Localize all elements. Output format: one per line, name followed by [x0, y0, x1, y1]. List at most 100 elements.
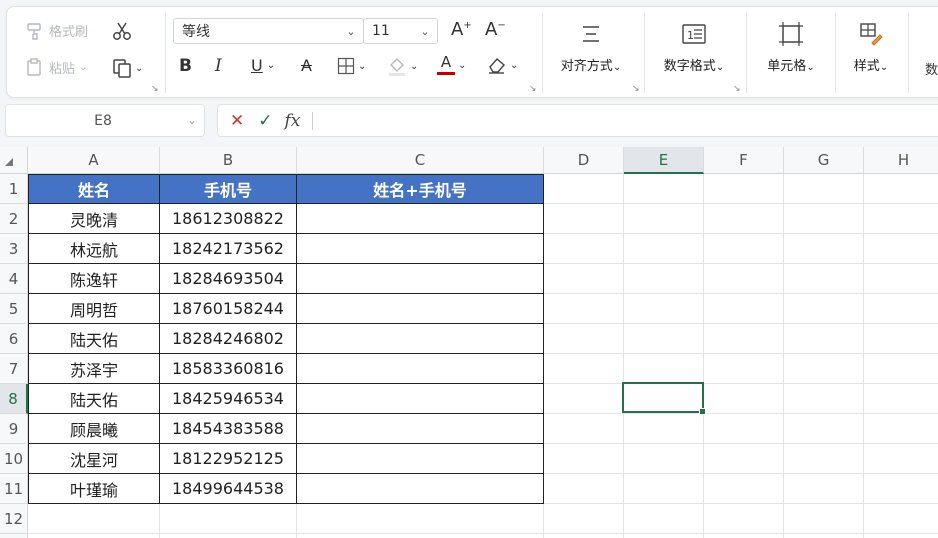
paste-label: 粘贴 — [49, 61, 76, 77]
dialog-launcher-icon[interactable]: ↘ — [151, 84, 159, 94]
row-header-4[interactable]: 4 — [0, 264, 28, 294]
cell-label: 单元格 — [767, 59, 807, 74]
combined-cell[interactable] — [297, 414, 544, 444]
name-cell[interactable]: 周明哲 — [29, 294, 160, 324]
gridline — [703, 174, 704, 538]
row-header-11[interactable]: 11 — [0, 474, 28, 504]
cut-button[interactable] — [111, 20, 133, 42]
combined-cell[interactable] — [297, 384, 544, 414]
name-box[interactable]: E8 ⌄ — [5, 104, 205, 137]
phone-cell[interactable]: 18454383588 — [160, 414, 297, 444]
ribbon-separator — [542, 13, 543, 93]
name-cell[interactable]: 林远航 — [29, 234, 160, 264]
chevron-down-icon: ⌄ — [266, 60, 276, 71]
font-name-select[interactable]: 等线 ⌄ — [173, 18, 364, 44]
row-header-8[interactable]: 8 — [0, 384, 28, 414]
paste-button[interactable]: 粘贴 ⌄ — [25, 57, 87, 77]
phone-cell[interactable]: 18284246802 — [160, 324, 297, 354]
row-header-13[interactable]: 13 — [0, 534, 28, 538]
row-header-1[interactable]: 1 — [0, 174, 28, 204]
format-painter-button[interactable]: 格式刷 — [25, 21, 88, 40]
ribbon-separator — [835, 13, 836, 93]
strikethrough-icon: A — [301, 56, 312, 75]
column-header-c[interactable]: C — [297, 147, 544, 174]
active-cell-selection[interactable] — [622, 382, 706, 415]
phone-cell[interactable]: 18425946534 — [160, 384, 297, 414]
column-header-h[interactable]: H — [864, 147, 938, 174]
font-color-button[interactable]: A ⌄ — [437, 55, 466, 75]
phone-cell[interactable]: 18242173562 — [160, 234, 297, 264]
column-header-g[interactable]: G — [784, 147, 864, 174]
header-cell[interactable]: 姓名+手机号 — [297, 175, 544, 204]
spreadsheet-grid[interactable]: A B C D E F G H 1 2 3 4 5 6 7 8 9 10 11 … — [0, 147, 938, 538]
italic-button[interactable]: I — [215, 56, 222, 76]
row-header-2[interactable]: 2 — [0, 204, 28, 234]
combined-cell[interactable] — [297, 354, 544, 384]
chevron-down-icon: ⌄ — [420, 24, 430, 38]
phone-cell[interactable]: 18499644538 — [160, 474, 297, 504]
column-header-d[interactable]: D — [544, 147, 624, 174]
phone-cell[interactable]: 18122952125 — [160, 444, 297, 474]
dialog-launcher-icon[interactable]: ↘ — [529, 84, 537, 94]
row-header-5[interactable]: 5 — [0, 294, 28, 324]
copy-button[interactable]: ⌄ — [111, 57, 143, 79]
row-header-7[interactable]: 7 — [0, 354, 28, 384]
row-header-10[interactable]: 10 — [0, 444, 28, 474]
name-cell[interactable]: 灵晚清 — [29, 204, 160, 234]
name-cell[interactable]: 陆天佑 — [29, 324, 160, 354]
style-button[interactable]: 样式⌄ — [843, 17, 899, 74]
cell-button[interactable]: 单元格⌄ — [757, 17, 825, 74]
column-header-f[interactable]: F — [704, 147, 784, 174]
combined-cell[interactable] — [297, 234, 544, 264]
function-icon[interactable]: fx — [285, 111, 301, 131]
name-cell[interactable]: 沈星河 — [29, 444, 160, 474]
dialog-launcher-icon[interactable]: ↘ — [733, 84, 741, 94]
italic-icon: I — [215, 56, 222, 76]
header-cell[interactable]: 姓名 — [29, 175, 160, 204]
decrease-font-button[interactable]: A− — [485, 19, 506, 40]
name-cell[interactable]: 苏泽宇 — [29, 354, 160, 384]
number-format-button[interactable]: 1 数字格式⌄ — [655, 17, 733, 74]
fill-color-button[interactable]: ⌄ — [387, 55, 418, 77]
column-header-a[interactable]: A — [28, 147, 160, 174]
header-cell[interactable]: 手机号 — [160, 175, 297, 204]
strikethrough-button[interactable]: A — [301, 56, 312, 75]
column-header-b[interactable]: B — [160, 147, 297, 174]
chevron-down-icon[interactable]: ⌄ — [180, 114, 204, 127]
phone-cell[interactable]: 18583360816 — [160, 354, 297, 384]
clear-button[interactable]: ⌄ — [487, 56, 518, 74]
combined-cell[interactable] — [297, 444, 544, 474]
phone-cell[interactable]: 18612308822 — [160, 204, 297, 234]
confirm-icon[interactable]: ✓ — [258, 111, 272, 131]
combined-cell[interactable] — [297, 264, 544, 294]
borders-button[interactable]: ⌄ — [337, 57, 366, 75]
align-button[interactable]: 对齐方式⌄ — [551, 17, 631, 74]
combined-cell[interactable] — [297, 204, 544, 234]
select-all-corner[interactable] — [0, 147, 28, 174]
gridline — [28, 533, 938, 534]
underline-button[interactable]: U ⌄ — [251, 56, 275, 75]
combined-cell[interactable] — [297, 474, 544, 504]
name-cell[interactable]: 陈逸轩 — [29, 264, 160, 294]
combined-cell[interactable] — [297, 294, 544, 324]
row-header-3[interactable]: 3 — [0, 234, 28, 264]
phone-cell[interactable]: 18284693504 — [160, 264, 297, 294]
phone-cell[interactable]: 18760158244 — [160, 294, 297, 324]
row-header-6[interactable]: 6 — [0, 324, 28, 354]
cancel-icon[interactable]: ✕ — [230, 111, 244, 131]
name-cell[interactable]: 陆天佑 — [29, 384, 160, 414]
bold-button[interactable]: B — [179, 56, 192, 76]
gridline — [783, 174, 784, 538]
ribbon-overflow-label[interactable]: 数 — [925, 59, 938, 78]
fill-handle[interactable] — [699, 408, 706, 415]
scissors-icon — [111, 20, 133, 42]
name-cell[interactable]: 顾晨曦 — [29, 414, 160, 444]
combined-cell[interactable] — [297, 324, 544, 354]
row-header-9[interactable]: 9 — [0, 414, 28, 444]
column-header-e[interactable]: E — [624, 147, 704, 174]
increase-font-button[interactable]: A+ — [451, 19, 472, 40]
dialog-launcher-icon[interactable]: ↘ — [632, 84, 640, 94]
font-size-select[interactable]: 11 ⌄ — [363, 18, 438, 44]
name-cell[interactable]: 叶瑾瑜 — [29, 474, 160, 504]
row-header-12[interactable]: 12 — [0, 504, 28, 534]
